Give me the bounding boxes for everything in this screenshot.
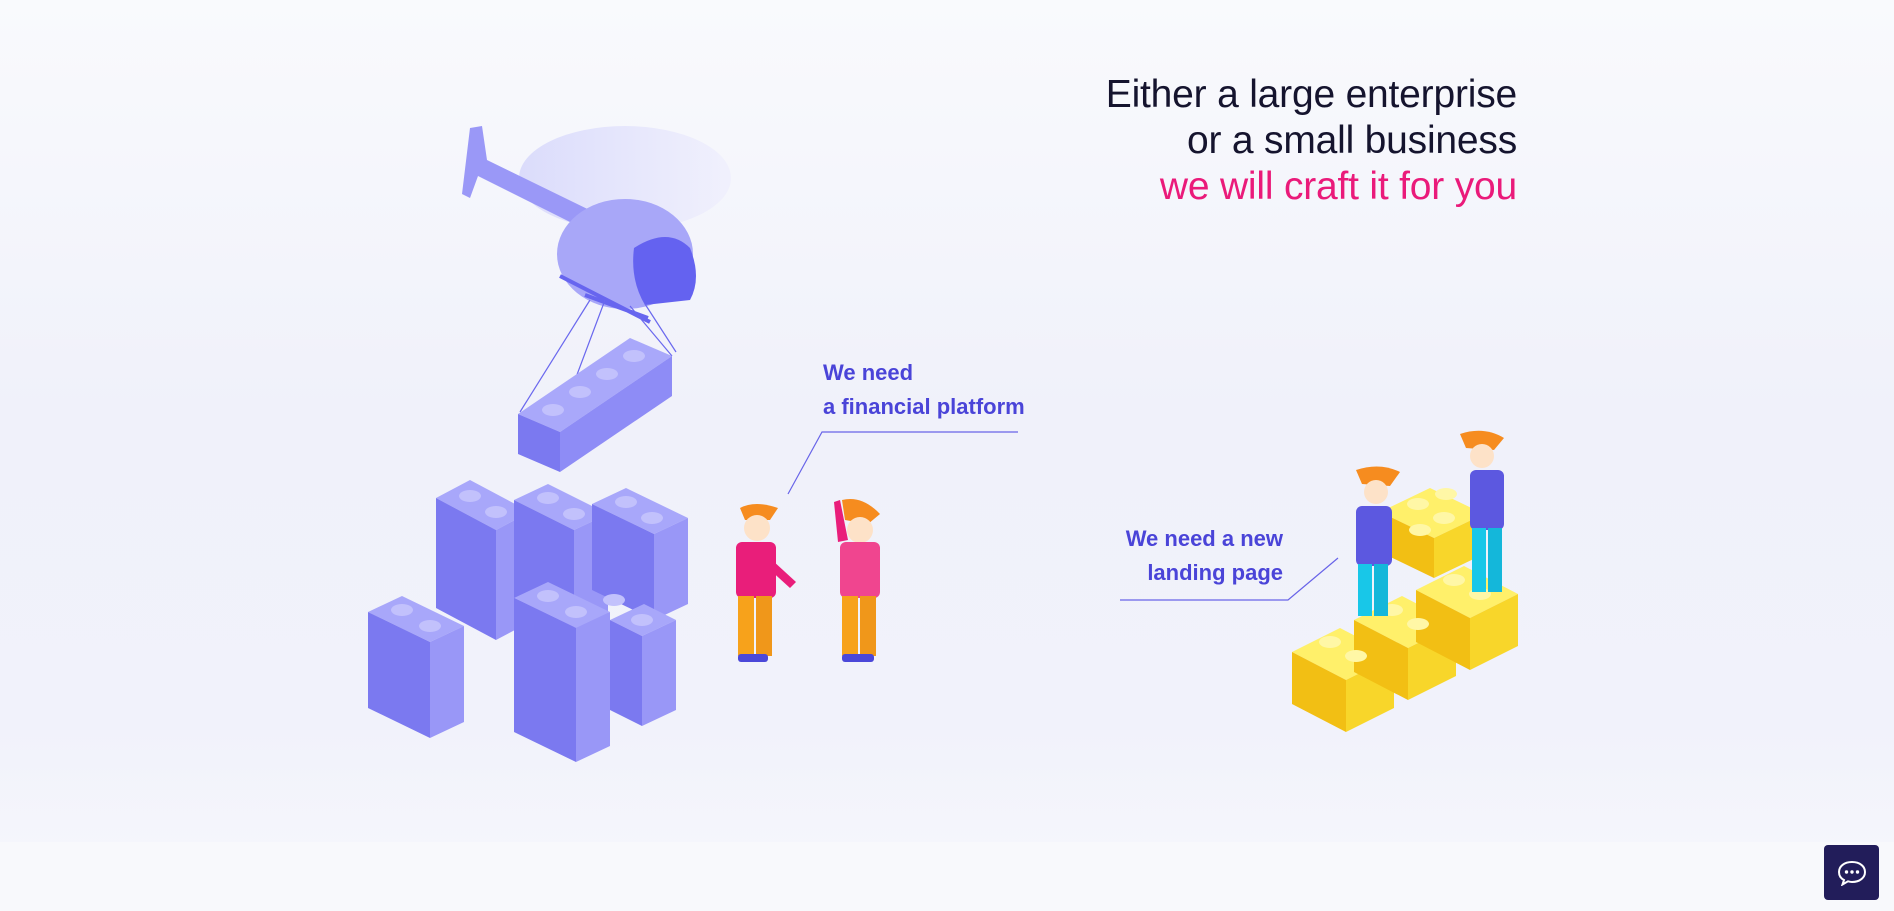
callout-financial-line-2: a financial platform bbox=[823, 394, 1025, 419]
chat-button[interactable] bbox=[1824, 845, 1879, 900]
callout-financial-platform: We need a financial platform bbox=[823, 356, 1025, 424]
brick-icon bbox=[518, 338, 672, 472]
headline-line-2: or a small business bbox=[1186, 119, 1517, 162]
person-left-icon bbox=[736, 504, 796, 662]
purple-brick-stack bbox=[368, 480, 688, 762]
person-right-icon bbox=[834, 498, 880, 662]
callout-financial-line-1: We need bbox=[823, 360, 914, 385]
hero-headline: Either a large enterprise or a small bus… bbox=[1106, 72, 1517, 210]
hero-illustration bbox=[368, 126, 1518, 762]
chat-bubble-icon bbox=[1837, 860, 1866, 886]
callout-landing-line-2: landing page bbox=[1147, 560, 1283, 585]
callout-landing-page: We need a new landing page bbox=[1118, 522, 1283, 590]
callout-landing-line-1: We need a new bbox=[1125, 526, 1283, 551]
headline-line-1: Either a large enterprise bbox=[1105, 73, 1517, 116]
headline-accent: we will craft it for you bbox=[1159, 165, 1517, 208]
callout-financial-line bbox=[787, 431, 1018, 495]
